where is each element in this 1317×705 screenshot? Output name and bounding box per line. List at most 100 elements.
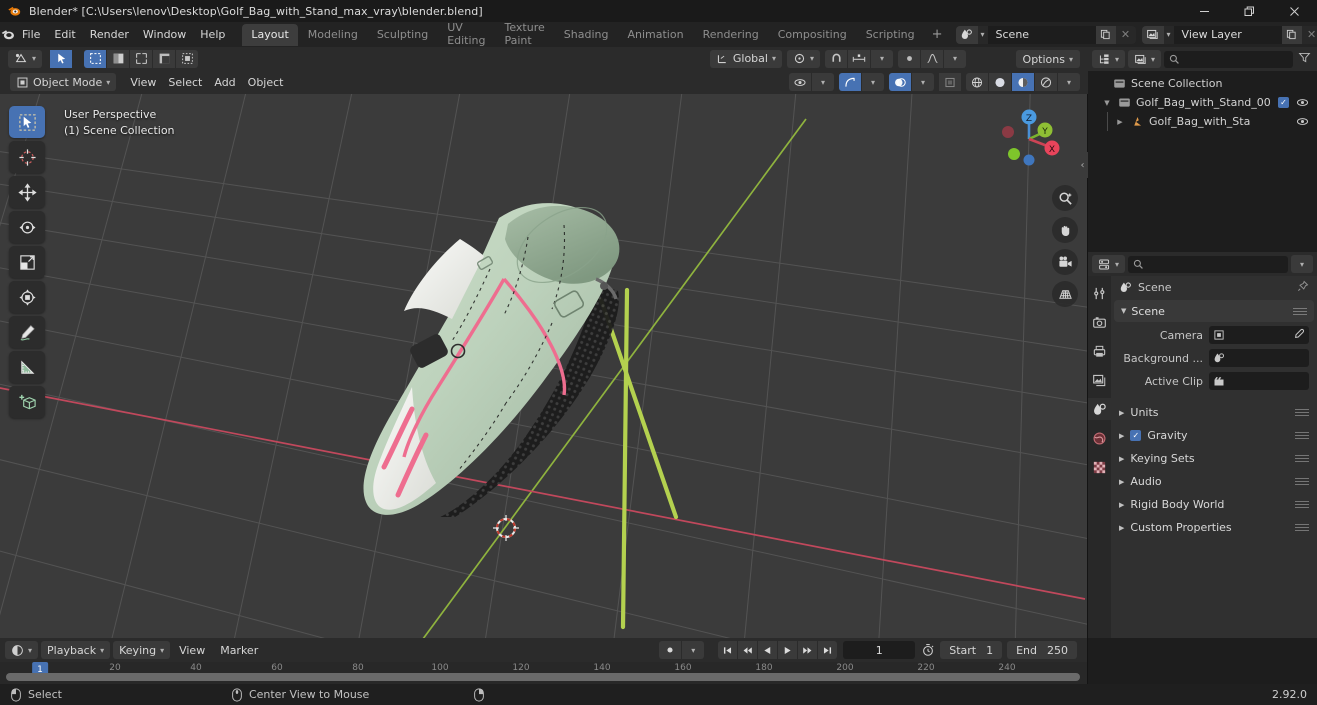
outliner-editor[interactable]: ▾ ▾ ▶ bbox=[1088, 47, 1317, 252]
restore-button[interactable] bbox=[1227, 0, 1272, 22]
frame-start-field[interactable]: Start 1 bbox=[940, 641, 1003, 659]
outliner-display-mode-button[interactable]: ▾ bbox=[1128, 50, 1162, 68]
show-overlays-button[interactable] bbox=[889, 73, 911, 91]
view-layer-name-field[interactable]: View Layer bbox=[1173, 25, 1282, 44]
zoom-icon[interactable] bbox=[1052, 185, 1078, 211]
close-button[interactable] bbox=[1272, 0, 1317, 22]
viewport-menu-select[interactable]: Select bbox=[162, 73, 208, 91]
menu-render[interactable]: Render bbox=[83, 25, 136, 44]
annotate-tool[interactable] bbox=[9, 316, 45, 348]
navigation-gizmo[interactable]: Z Y X bbox=[992, 102, 1066, 176]
outliner-row-scene-collection[interactable]: ▶ Scene Collection bbox=[1088, 74, 1317, 93]
editor-divider-vertical[interactable] bbox=[1087, 47, 1088, 684]
select-extend-button[interactable] bbox=[107, 49, 130, 68]
unlink-scene-button[interactable]: ✕ bbox=[1116, 26, 1136, 44]
eye-icon[interactable] bbox=[1296, 96, 1309, 109]
falloff-curve-button[interactable] bbox=[921, 49, 943, 68]
visibility-chevron-icon[interactable]: ▾ bbox=[812, 73, 834, 91]
timeline-scrollbar[interactable] bbox=[6, 673, 1080, 681]
wireframe-shading-button[interactable] bbox=[966, 73, 988, 91]
auto-keyframe-button[interactable] bbox=[659, 641, 682, 659]
cursor-tool[interactable] bbox=[9, 141, 45, 173]
properties-options-chevron-icon[interactable]: ▾ bbox=[1291, 255, 1313, 273]
select-box-tool[interactable] bbox=[9, 106, 45, 138]
proportional-edit-button[interactable] bbox=[898, 49, 920, 68]
new-scene-button[interactable] bbox=[1095, 25, 1116, 44]
properties-editor[interactable]: ▾ ▾ Scene ▼ Scene Camera Background ... … bbox=[1088, 252, 1317, 638]
output-tab[interactable] bbox=[1088, 340, 1111, 362]
scene-panel-header[interactable]: ▼ Scene bbox=[1114, 300, 1314, 322]
section-custom-properties[interactable]: ▶ Custom Properties bbox=[1111, 516, 1317, 539]
world-tab[interactable] bbox=[1088, 427, 1111, 449]
scene-selector[interactable]: ▾ Scene ✕ bbox=[955, 25, 1136, 44]
timeline-menu-marker[interactable]: Marker bbox=[214, 641, 264, 659]
timeline-menu-keying[interactable]: Keying ▾ bbox=[113, 641, 171, 659]
material-preview-shading-button[interactable] bbox=[1012, 73, 1034, 91]
tab-modeling[interactable]: Modeling bbox=[299, 24, 367, 46]
snap-options-chevron-icon[interactable]: ▾ bbox=[871, 49, 893, 68]
jump-to-start-button[interactable] bbox=[718, 641, 738, 659]
select-intersect-button[interactable] bbox=[176, 49, 199, 68]
transform-orientation-button[interactable]: Global ▾ bbox=[709, 49, 782, 68]
measure-tool[interactable] bbox=[9, 351, 45, 383]
menu-help[interactable]: Help bbox=[193, 25, 232, 44]
transform-tool[interactable] bbox=[9, 281, 45, 313]
shading-chevron-icon[interactable]: ▾ bbox=[1058, 73, 1080, 91]
viewport-menu-add[interactable]: Add bbox=[208, 73, 241, 91]
select-invert-button[interactable] bbox=[153, 49, 176, 68]
menu-window[interactable]: Window bbox=[136, 25, 193, 44]
camera-field[interactable] bbox=[1209, 326, 1309, 344]
timeline-editor-type-button[interactable]: ▾ bbox=[5, 641, 39, 659]
active-clip-field[interactable] bbox=[1209, 372, 1309, 390]
section-rigid-body-world[interactable]: ▶ Rigid Body World bbox=[1111, 493, 1317, 516]
gravity-checkbox[interactable]: ✓ bbox=[1130, 430, 1142, 441]
editor-type-button[interactable]: ▾ bbox=[8, 49, 43, 68]
auto-keying-chevron-icon[interactable]: ▾ bbox=[682, 641, 705, 659]
scale-tool[interactable] bbox=[9, 246, 45, 278]
section-keying-sets[interactable]: ▶ Keying Sets bbox=[1111, 447, 1317, 470]
show-gizmo-button[interactable] bbox=[839, 73, 861, 91]
section-units[interactable]: ▶ Units bbox=[1111, 401, 1317, 424]
jump-to-end-button[interactable] bbox=[818, 641, 838, 659]
snap-to-button[interactable] bbox=[848, 49, 870, 68]
tab-rendering[interactable]: Rendering bbox=[694, 24, 768, 46]
gizmo-chevron-icon[interactable]: ▾ bbox=[862, 73, 884, 91]
tab-compositing[interactable]: Compositing bbox=[769, 24, 856, 46]
rendered-shading-button[interactable] bbox=[1035, 73, 1057, 91]
eyedropper-icon[interactable] bbox=[1293, 328, 1305, 343]
viewport-menu-object[interactable]: Object bbox=[242, 73, 290, 91]
select-subtract-button[interactable] bbox=[130, 49, 153, 68]
render-tab[interactable] bbox=[1088, 311, 1111, 333]
play-button[interactable] bbox=[778, 641, 798, 659]
outliner-editor-type-button[interactable]: ▾ bbox=[1092, 50, 1126, 68]
pivot-point-button[interactable]: ▾ bbox=[786, 49, 820, 68]
options-button[interactable]: Options ▾ bbox=[1015, 50, 1080, 68]
expand-arrow-icon[interactable]: ▶ bbox=[1114, 118, 1126, 126]
expand-arrow-icon[interactable]: ▼ bbox=[1101, 99, 1113, 107]
play-reverse-button[interactable] bbox=[758, 641, 778, 659]
minimize-button[interactable] bbox=[1182, 0, 1227, 22]
app-menu-icon[interactable] bbox=[0, 27, 15, 42]
timeline-editor[interactable]: ▾ Playback ▾ Keying ▾ View Marker ▾ 1 St… bbox=[0, 638, 1088, 684]
camera-view-icon[interactable] bbox=[1052, 249, 1078, 275]
properties-editor-type-button[interactable]: ▾ bbox=[1092, 255, 1126, 273]
properties-search-input[interactable] bbox=[1128, 255, 1288, 273]
jump-to-prev-keyframe-button[interactable] bbox=[738, 641, 758, 659]
tab-sculpting[interactable]: Sculpting bbox=[368, 24, 437, 46]
menu-edit[interactable]: Edit bbox=[47, 25, 82, 44]
tab-animation[interactable]: Animation bbox=[618, 24, 692, 46]
object-type-visibility-icon[interactable] bbox=[789, 73, 811, 91]
texture-tab[interactable] bbox=[1088, 456, 1111, 478]
outliner-row-golf-bag-object[interactable]: ▶ Golf_Bag_with_Stand bbox=[1088, 112, 1317, 131]
tab-layout[interactable]: Layout bbox=[242, 23, 298, 46]
filter-icon[interactable] bbox=[1296, 51, 1313, 67]
remove-view-layer-button[interactable]: ✕ bbox=[1302, 26, 1317, 44]
outliner-search-input[interactable] bbox=[1164, 50, 1293, 68]
timeline-menu-playback[interactable]: Playback ▾ bbox=[41, 641, 111, 659]
section-audio[interactable]: ▶ Audio bbox=[1111, 470, 1317, 493]
frame-end-field[interactable]: End 250 bbox=[1007, 641, 1077, 659]
move-tool[interactable] bbox=[9, 176, 45, 208]
viewport-sidebar-toggle[interactable]: ‹ bbox=[1077, 152, 1088, 178]
timeline-menu-view[interactable]: View bbox=[173, 641, 211, 659]
pan-hand-icon[interactable] bbox=[1052, 217, 1078, 243]
